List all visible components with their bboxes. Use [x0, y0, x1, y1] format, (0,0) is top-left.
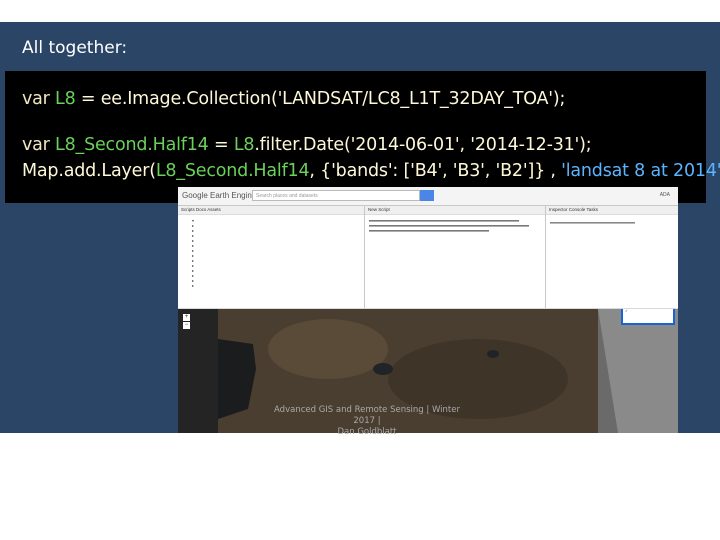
user-label: ADA — [659, 192, 670, 198]
code-line-3: Map.add.Layer(L8_Second.Half14, {'bands'… — [22, 161, 720, 181]
right-tabs[interactable]: Inspector Console Tasks — [546, 206, 678, 215]
layer-row[interactable]: ✓ — [623, 309, 673, 315]
editor-lines[interactable] — [365, 215, 545, 242]
layers-panel[interactable]: ✓ — [621, 309, 675, 325]
search-button[interactable] — [420, 190, 434, 201]
search-input[interactable]: Search places and datasets — [252, 190, 420, 201]
slide-footer: Advanced GIS and Remote Sensing | Winter… — [262, 405, 472, 438]
zoom-in-button[interactable]: + — [183, 314, 190, 321]
scripts-panel: Scripts Docs Assets ▾ ▸ ▸ ▸ ▸ ▸ ▸ ▸ ▸ ▸ … — [178, 206, 365, 308]
editor-tabs[interactable]: New Script — [365, 206, 545, 215]
gee-logo: Google Earth Engine — [182, 191, 257, 200]
code-block: var L8 = ee.Image.Collection('LANDSAT/LC… — [5, 71, 720, 203]
code-editor-panel: New Script — [365, 206, 546, 308]
console-panel: Inspector Console Tasks — [546, 206, 678, 308]
script-tree: ▾ ▸ ▸ ▸ ▸ ▸ ▸ ▸ ▸ ▸ ▸ ▸ ▸ ▸ — [178, 215, 364, 288]
slide-title: All together: — [22, 38, 128, 58]
console-output — [550, 222, 635, 224]
left-tabs[interactable]: Scripts Docs Assets — [178, 206, 364, 215]
footer-line-2: Dan Goldblatt — [337, 427, 397, 437]
zoom-out-button[interactable]: − — [183, 322, 190, 329]
tree-row[interactable]: ▸ — [178, 283, 364, 288]
footer-line-1: Advanced GIS and Remote Sensing | Winter… — [274, 405, 460, 426]
code-line-1: var L8 = ee.Image.Collection('LANDSAT/LC… — [22, 89, 566, 109]
editor-code-lines — [369, 220, 529, 232]
code-line-2: var L8_Second.Half14 = L8.filter.Date('2… — [22, 135, 592, 155]
gee-screenshot: Google Earth Engine Search places and da… — [178, 187, 678, 433]
gee-header: Google Earth Engine Search places and da… — [178, 187, 678, 206]
